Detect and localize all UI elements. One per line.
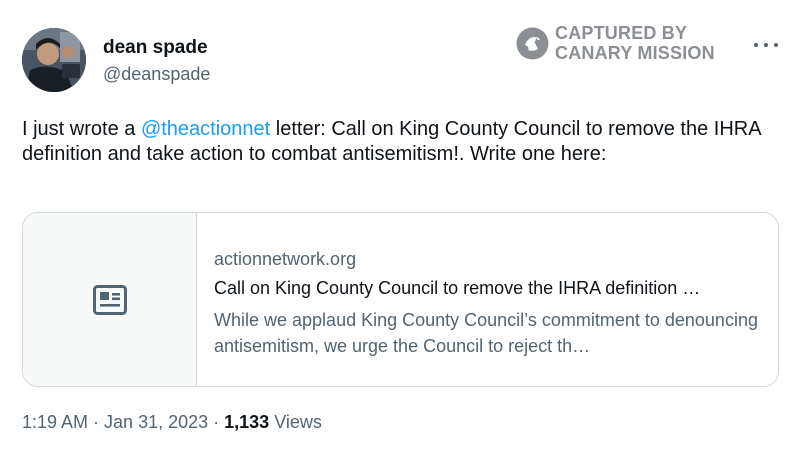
author-handle[interactable]: @deanspade — [103, 64, 210, 85]
watermark-line-2: CANARY MISSION — [555, 43, 715, 63]
more-dot — [774, 43, 778, 47]
more-dot — [764, 43, 768, 47]
more-options-button[interactable] — [754, 38, 778, 52]
tweet-text: I just wrote a @theactionnet letter: Cal… — [22, 117, 762, 167]
mention-link[interactable]: @theactionnet — [141, 118, 270, 140]
card-thumbnail — [23, 213, 197, 386]
card-domain: actionnetwork.org — [214, 249, 357, 269]
card-description: While we applaud King County Council’s c… — [214, 310, 758, 356]
author-name[interactable]: dean spade — [103, 37, 208, 59]
views-count: 1,133 — [224, 412, 270, 432]
avatar-image — [22, 28, 86, 92]
tweet-meta: 1:19 AM · Jan 31, 2023 · 1,133 Views — [22, 412, 322, 433]
tweet-date[interactable]: Jan 31, 2023 — [104, 412, 208, 432]
card-title: Call on King County Council to remove th… — [214, 278, 701, 298]
meta-separator: · — [208, 412, 225, 432]
canary-bird-icon — [516, 27, 549, 59]
link-preview-card[interactable]: actionnetwork.org Call on King County Co… — [22, 212, 779, 387]
article-icon — [92, 284, 127, 315]
meta-separator: · — [88, 412, 105, 432]
avatar[interactable] — [22, 28, 86, 92]
tweet-time[interactable]: 1:19 AM — [22, 412, 88, 432]
views-label: Views — [269, 412, 322, 432]
more-dots-icon — [754, 43, 758, 47]
tweet-text-prefix: I just wrote a — [22, 118, 141, 140]
canary-mission-watermark: CAPTURED BY CANARY MISSION — [516, 23, 715, 63]
watermark-line-1: CAPTURED BY — [555, 23, 688, 43]
